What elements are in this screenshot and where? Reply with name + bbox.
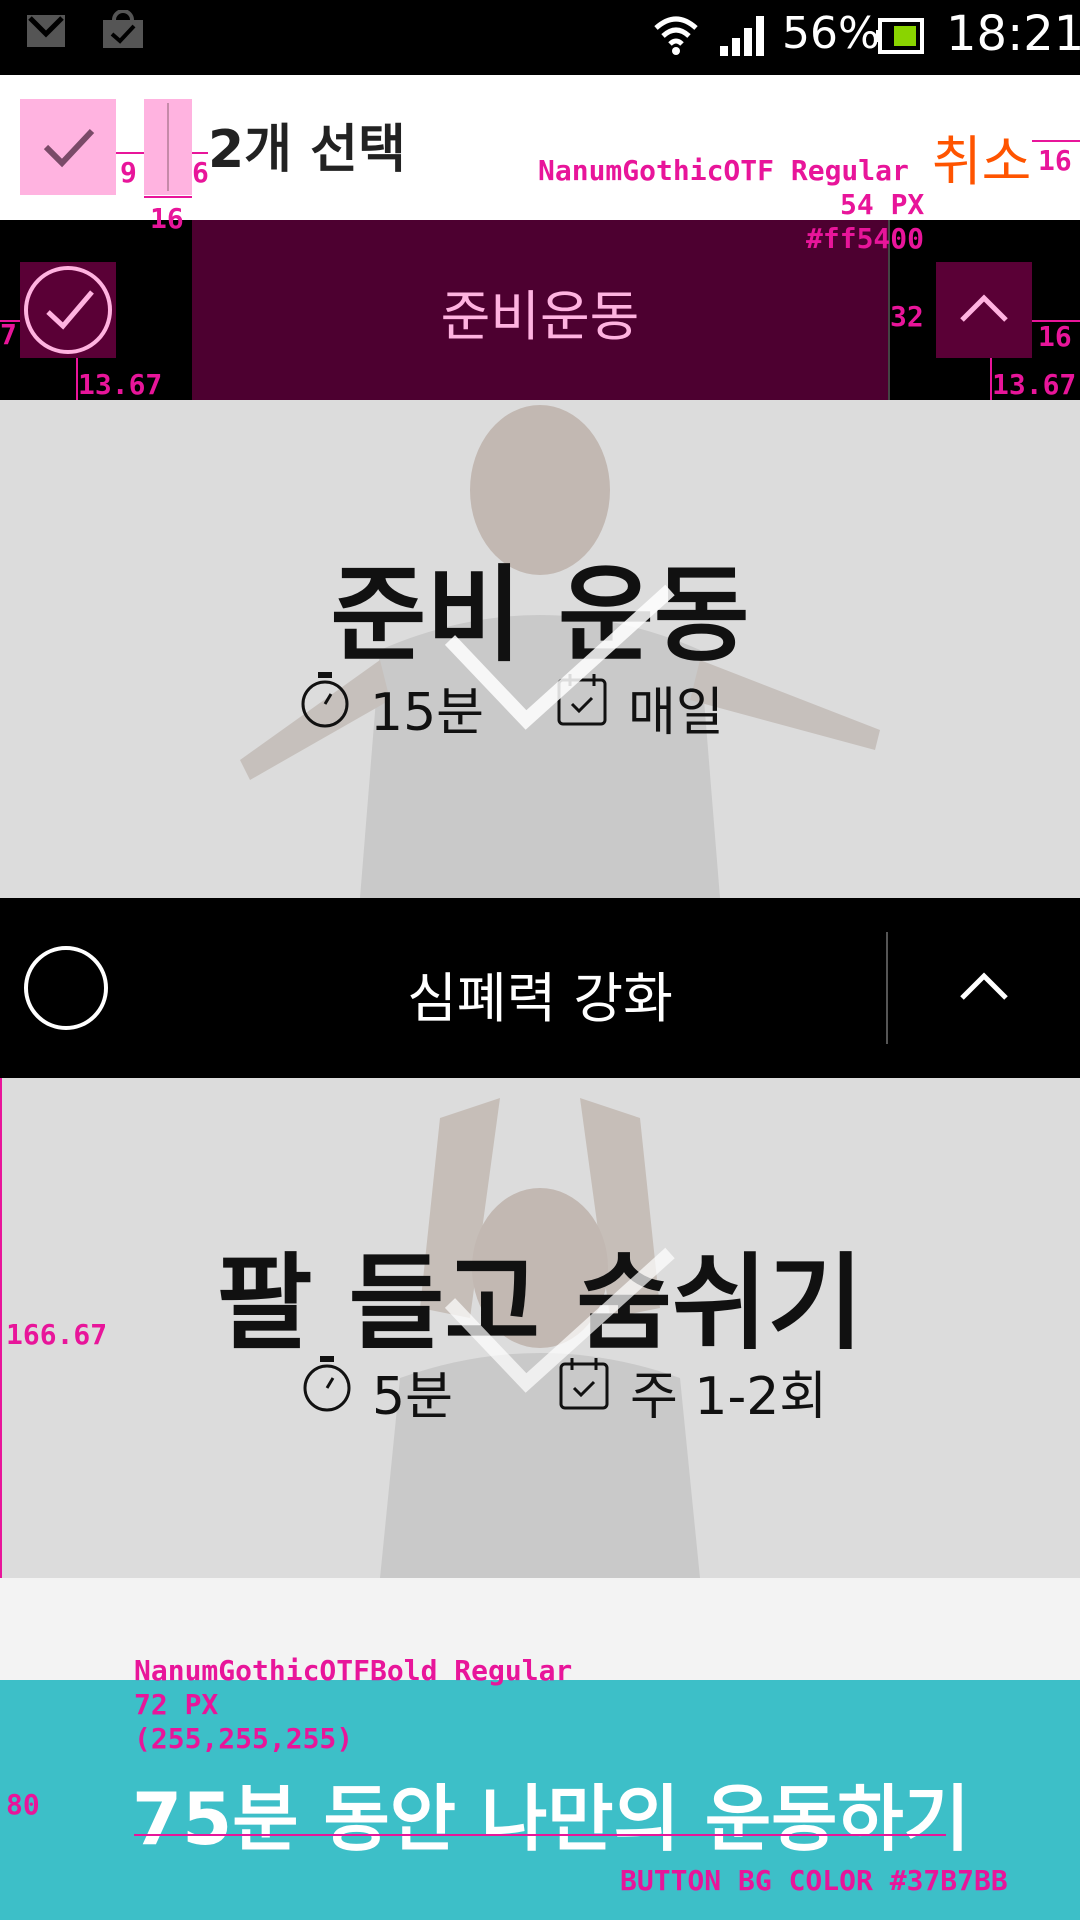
checkmark-overlay-icon xyxy=(444,1247,675,1393)
gmail-icon xyxy=(27,15,65,47)
cta-label: 75분 동안 나만의 운동하기 xyxy=(132,1777,970,1861)
spec-line xyxy=(134,1834,946,1836)
spec-label: 80 xyxy=(6,1788,40,1821)
vertical-divider xyxy=(167,103,169,191)
spec-label: 54 PX xyxy=(840,188,925,221)
clock: 18:21 xyxy=(946,6,1080,62)
spec-label: 13.67 xyxy=(992,368,1077,401)
spec-line xyxy=(192,152,208,154)
shopping-bag-icon xyxy=(103,10,143,48)
divider-spacer xyxy=(144,99,192,195)
spec-label: NanumGothicOTF Regular xyxy=(538,154,909,187)
spec-label: 16 xyxy=(1038,320,1072,353)
section-header-title: 심폐력 강화 xyxy=(407,967,673,1030)
status-bar: 56% 18:21 xyxy=(0,0,1080,75)
spec-label: 16 xyxy=(150,202,184,235)
exercise-card-cardio[interactable]: 팔 들고 숨쉬기 5분 주 1-2회 xyxy=(0,1078,1080,1578)
stopwatch-icon xyxy=(303,1356,351,1412)
check-circle-icon xyxy=(24,266,112,354)
spec-label: 16 xyxy=(1038,144,1072,177)
signal-icon xyxy=(720,16,764,56)
spec-label: NanumGothicOTFBold Regular xyxy=(134,1654,573,1687)
spec-label: 32 xyxy=(890,300,924,333)
checkmark-overlay-icon xyxy=(444,584,675,730)
collapse-button[interactable] xyxy=(936,262,1032,358)
stopwatch-icon xyxy=(301,672,349,728)
spec-line xyxy=(144,196,192,198)
cancel-button[interactable]: 취소 xyxy=(932,117,1031,196)
check-icon xyxy=(43,128,95,168)
done-button[interactable] xyxy=(20,99,116,195)
battery-percent: 56% xyxy=(782,8,880,59)
battery-icon xyxy=(876,18,924,54)
select-toggle-selected[interactable] xyxy=(20,262,116,358)
spec-label: 9 xyxy=(120,156,137,189)
spec-label: 72 PX xyxy=(134,1688,219,1721)
exercise-card-warmup[interactable]: 준비 운동 15분 매일 xyxy=(0,400,1080,898)
chevron-up-icon xyxy=(960,294,1008,322)
spec-label: 6 xyxy=(192,156,209,189)
spec-label: 166.67 xyxy=(6,1318,108,1351)
spec-line xyxy=(116,152,144,154)
spec-label: 7 xyxy=(0,318,17,351)
spec-label: 13.67 xyxy=(78,368,163,401)
section-header-title: 준비운동 xyxy=(440,285,640,348)
select-toggle-unselected[interactable] xyxy=(24,946,108,1030)
spec-label: #ff5400 xyxy=(806,222,925,255)
chevron-up-icon[interactable] xyxy=(936,940,1032,1036)
wifi-icon xyxy=(654,16,698,55)
spec-line xyxy=(1032,140,1080,142)
selection-count: 2개 선택 xyxy=(208,120,406,180)
spec-line xyxy=(0,1078,2,1578)
header-divider xyxy=(886,932,888,1044)
spec-label: BUTTON BG COLOR #37B7BB xyxy=(620,1864,1008,1897)
section-header-cardio[interactable]: 심폐력 강화 xyxy=(0,898,1080,1078)
spec-label: (255,255,255) xyxy=(134,1722,354,1755)
